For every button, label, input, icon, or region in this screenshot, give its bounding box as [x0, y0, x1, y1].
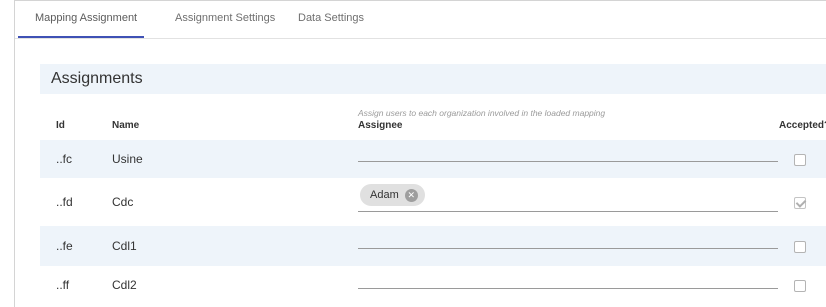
column-header-name: Name	[112, 120, 140, 131]
table-row: ..fd Cdc Adam ✕	[40, 178, 826, 226]
row-id: ..fd	[56, 195, 73, 209]
accepted-checkbox[interactable]	[794, 197, 806, 209]
row-name: Cdl2	[112, 278, 137, 292]
close-circle-icon[interactable]: ✕	[404, 188, 418, 202]
row-id: ..ff	[56, 278, 70, 292]
assignee-input[interactable]	[358, 211, 778, 212]
accepted-checkbox[interactable]	[794, 280, 806, 292]
table-row: ..ff Cdl2	[40, 266, 826, 307]
column-header-id: Id	[56, 120, 65, 131]
panel-title: Assignments	[51, 70, 143, 87]
row-name: Cdc	[112, 195, 134, 209]
tab-data-settings[interactable]: Data Settings	[298, 12, 364, 24]
assignee-input[interactable]	[358, 161, 778, 162]
assignments-header: Assignments	[40, 64, 826, 94]
tab-mapping-assignment[interactable]: Mapping Assignment	[35, 12, 137, 24]
assignee-chip-label: Adam	[370, 189, 399, 201]
tab-bar: Mapping Assignment Assignment Settings D…	[15, 1, 826, 39]
assignee-input[interactable]	[358, 288, 778, 289]
accepted-checkbox[interactable]	[794, 241, 806, 253]
row-name: Cdl1	[112, 239, 137, 253]
row-id: ..fe	[56, 239, 73, 253]
row-name: Usine	[112, 152, 143, 166]
accepted-checkbox[interactable]	[794, 154, 806, 166]
column-header-assignee: Assignee	[358, 120, 403, 131]
assignee-chip[interactable]: Adam ✕	[360, 184, 425, 206]
table-row: ..fe Cdl1	[40, 226, 826, 266]
column-header-accepted: Accepted?	[779, 120, 826, 131]
row-id: ..fc	[56, 152, 73, 166]
assignee-hint: Assign users to each organization involv…	[358, 108, 606, 118]
assignee-input[interactable]	[358, 248, 778, 249]
app-frame: Mapping Assignment Assignment Settings D…	[14, 0, 826, 307]
active-tab-indicator	[18, 36, 144, 38]
tab-assignment-settings[interactable]: Assignment Settings	[175, 12, 275, 24]
table-row: ..fc Usine	[40, 140, 826, 178]
